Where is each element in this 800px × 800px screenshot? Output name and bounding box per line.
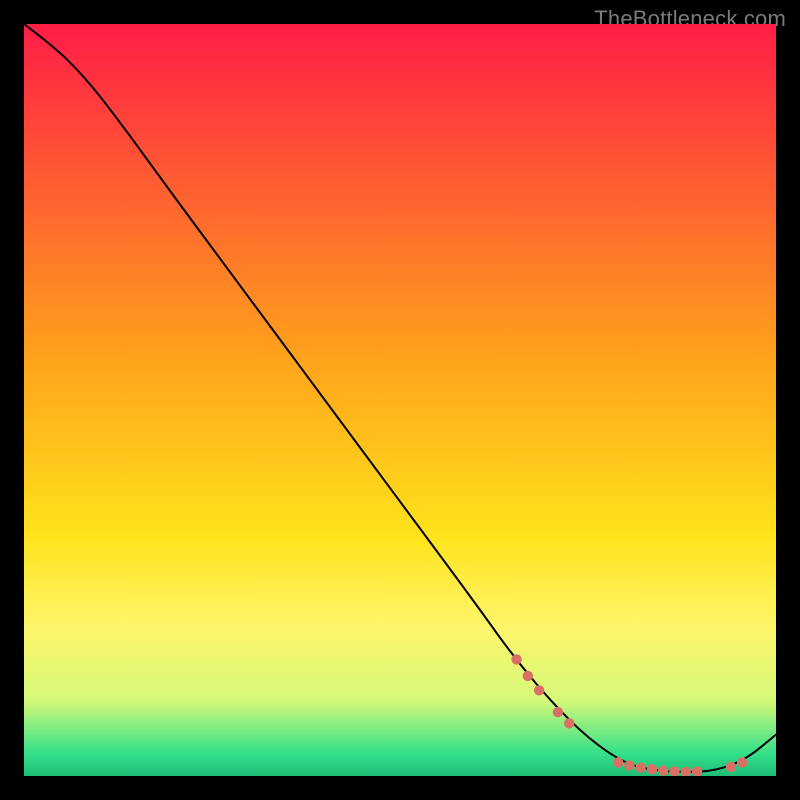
chart-page: TheBottleneck.com [0, 0, 800, 800]
marker-dot [564, 718, 574, 728]
marker-dot [647, 764, 657, 774]
marker-dot [635, 763, 645, 773]
marker-dot [553, 707, 563, 717]
marker-dot [737, 757, 747, 767]
marker-dot [624, 760, 634, 770]
plot-area [24, 24, 776, 776]
chart-background [24, 24, 776, 776]
marker-dot [511, 654, 521, 664]
marker-dot [658, 766, 668, 776]
marker-dot [523, 671, 533, 681]
marker-dot [613, 757, 623, 767]
marker-dot [534, 685, 544, 695]
marker-dot [726, 762, 736, 772]
chart-svg [24, 24, 776, 776]
